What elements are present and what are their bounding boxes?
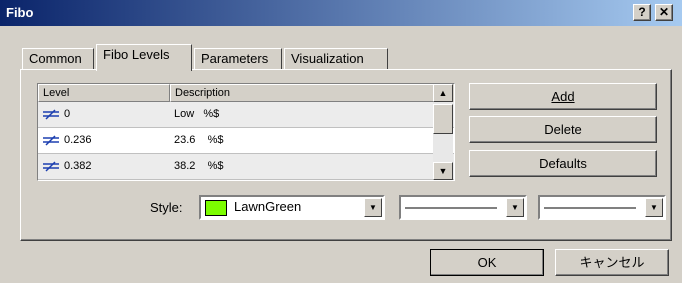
tab-fibo-levels[interactable]: Fibo Levels <box>96 44 192 71</box>
line-width-preview <box>544 207 636 209</box>
tab-common[interactable]: Common <box>22 48 94 70</box>
scroll-thumb[interactable] <box>433 104 453 134</box>
chevron-down-icon: ▼ <box>369 203 377 212</box>
chevron-down-icon: ▼ <box>650 203 658 212</box>
color-dropdown-button[interactable]: ▼ <box>364 198 382 217</box>
help-button[interactable]: ? <box>633 4 651 21</box>
title-bar: Fibo ? ✕ <box>0 0 682 26</box>
table-header: Level Description <box>38 84 454 102</box>
level-value: 0 <box>64 108 71 120</box>
defaults-button[interactable]: Defaults <box>469 150 657 177</box>
table-row[interactable]: 0.236 23.6 %$ <box>38 128 454 154</box>
tab-visualization[interactable]: Visualization <box>284 48 388 70</box>
ok-button[interactable]: OK <box>430 249 544 276</box>
level-description: Low %$ <box>174 108 220 120</box>
fibo-level-icon <box>43 135 59 146</box>
close-button[interactable]: ✕ <box>655 4 673 21</box>
column-header-level[interactable]: Level <box>38 84 170 102</box>
level-value: 0.382 <box>64 160 92 172</box>
fibo-level-icon <box>43 161 59 172</box>
add-button[interactable]: Add <box>469 83 657 110</box>
color-name: LawnGreen <box>234 199 302 214</box>
window-title: Fibo <box>6 5 34 20</box>
table-row[interactable]: 0.382 38.2 %$ <box>38 154 454 180</box>
line-width-select[interactable]: ▼ <box>538 195 666 220</box>
fibo-level-icon <box>43 109 59 120</box>
level-description: 23.6 %$ <box>174 134 224 146</box>
close-icon: ✕ <box>658 5 670 19</box>
style-label: Style: <box>150 200 183 215</box>
table-scrollbar[interactable]: ▲ ▼ <box>433 84 453 180</box>
cancel-button[interactable]: キャンセル <box>555 249 669 276</box>
scroll-down-button[interactable]: ▼ <box>433 162 453 180</box>
scroll-up-button[interactable]: ▲ <box>433 84 453 102</box>
arrow-up-icon: ▲ <box>438 88 448 98</box>
line-style-dropdown-button[interactable]: ▼ <box>506 198 524 217</box>
delete-button[interactable]: Delete <box>469 116 657 143</box>
line-style-select[interactable]: ▼ <box>399 195 527 220</box>
tab-parameters[interactable]: Parameters <box>194 48 282 70</box>
level-value: 0.236 <box>64 134 92 146</box>
column-header-description[interactable]: Description <box>170 84 434 102</box>
chevron-down-icon: ▼ <box>511 203 519 212</box>
color-swatch <box>205 200 227 216</box>
table-row[interactable]: 0 Low %$ <box>38 102 454 128</box>
color-select[interactable]: LawnGreen ▼ <box>199 195 385 220</box>
levels-table[interactable]: Level Description 0 Low %$ 0.236 23.6 %$ <box>37 83 455 181</box>
arrow-down-icon: ▼ <box>438 166 448 176</box>
line-width-dropdown-button[interactable]: ▼ <box>645 198 663 217</box>
line-style-preview <box>405 207 497 209</box>
level-description: 38.2 %$ <box>174 160 224 172</box>
